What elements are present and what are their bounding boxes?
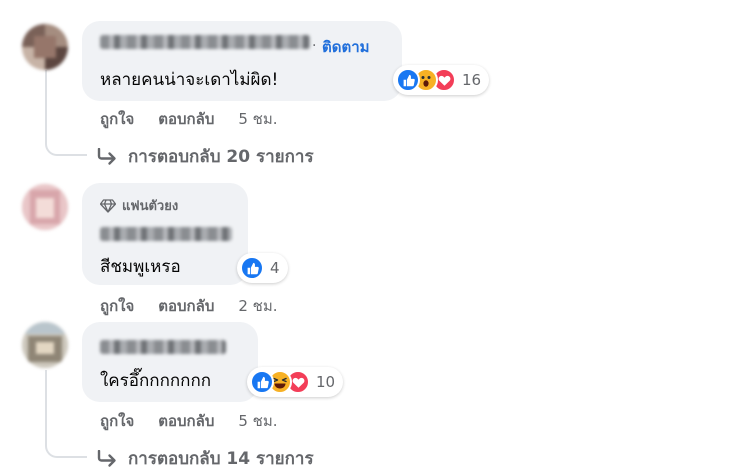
reaction-count: 16 — [462, 71, 482, 89]
reply-button[interactable]: ตอบกลับ — [158, 409, 214, 433]
comment-bubble: แฟนตัวยง สีชมพูเหรอ — [82, 183, 248, 285]
thread-connector — [45, 430, 87, 458]
thread-connector — [45, 130, 87, 156]
thread-line — [45, 370, 47, 432]
reaction-summary[interactable]: 4 — [237, 253, 288, 283]
like-icon — [250, 370, 274, 394]
comment-bubble: · ติดตาม หลายคนน่าจะเดาไม่ผิด! — [82, 21, 402, 101]
comment-text: หลายคนน่าจะเดาไม่ผิด! — [100, 70, 279, 90]
like-icon — [240, 256, 264, 280]
like-button[interactable]: ถูกใจ — [100, 294, 134, 318]
thread-line — [45, 70, 47, 132]
author-name[interactable] — [100, 35, 310, 49]
comment-actions: ถูกใจ ตอบกลับ 5 ชม. — [100, 409, 278, 433]
author-name[interactable] — [100, 227, 232, 241]
reply-arrow-icon — [96, 449, 118, 468]
like-button[interactable]: ถูกใจ — [100, 409, 134, 433]
avatar[interactable] — [22, 322, 68, 368]
timestamp[interactable]: 5 ชม. — [238, 107, 277, 131]
view-replies-label: การตอบกลับ 20 รายการ — [128, 147, 314, 167]
like-button[interactable]: ถูกใจ — [100, 107, 134, 131]
view-replies-label: การตอบกลับ 14 รายการ — [128, 449, 314, 469]
separator-dot: · — [312, 38, 317, 54]
comment-text: ใครอึ๊กกกกกกก — [100, 371, 212, 391]
diamond-icon — [100, 198, 116, 213]
view-replies-link[interactable]: การตอบกลับ 20 รายการ — [96, 143, 314, 170]
reply-button[interactable]: ตอบกลับ — [158, 294, 214, 318]
comment-actions: ถูกใจ ตอบกลับ 2 ชม. — [100, 294, 278, 318]
timestamp[interactable]: 2 ชม. — [238, 294, 277, 318]
avatar[interactable] — [22, 184, 68, 230]
avatar[interactable] — [22, 24, 68, 70]
badge-label: แฟนตัวยง — [122, 199, 179, 214]
comment-actions: ถูกใจ ตอบกลับ 5 ชม. — [100, 107, 278, 131]
comment-bubble: ใครอึ๊กกกกกกก — [82, 322, 258, 402]
reply-arrow-icon — [96, 147, 118, 166]
reaction-summary[interactable]: 10 — [247, 367, 344, 397]
comment-text: สีชมพูเหรอ — [100, 257, 181, 277]
top-fan-badge[interactable]: แฟนตัวยง — [100, 195, 178, 216]
reaction-count: 4 — [270, 259, 280, 277]
timestamp[interactable]: 5 ชม. — [238, 409, 277, 433]
reply-button[interactable]: ตอบกลับ — [158, 107, 214, 131]
view-replies-link[interactable]: การตอบกลับ 14 รายการ — [96, 445, 314, 472]
reaction-summary[interactable]: 16 — [393, 65, 490, 95]
follow-button[interactable]: ติดตาม — [322, 35, 370, 59]
like-icon — [396, 68, 420, 92]
reaction-count: 10 — [316, 373, 336, 391]
author-name[interactable] — [100, 340, 226, 354]
